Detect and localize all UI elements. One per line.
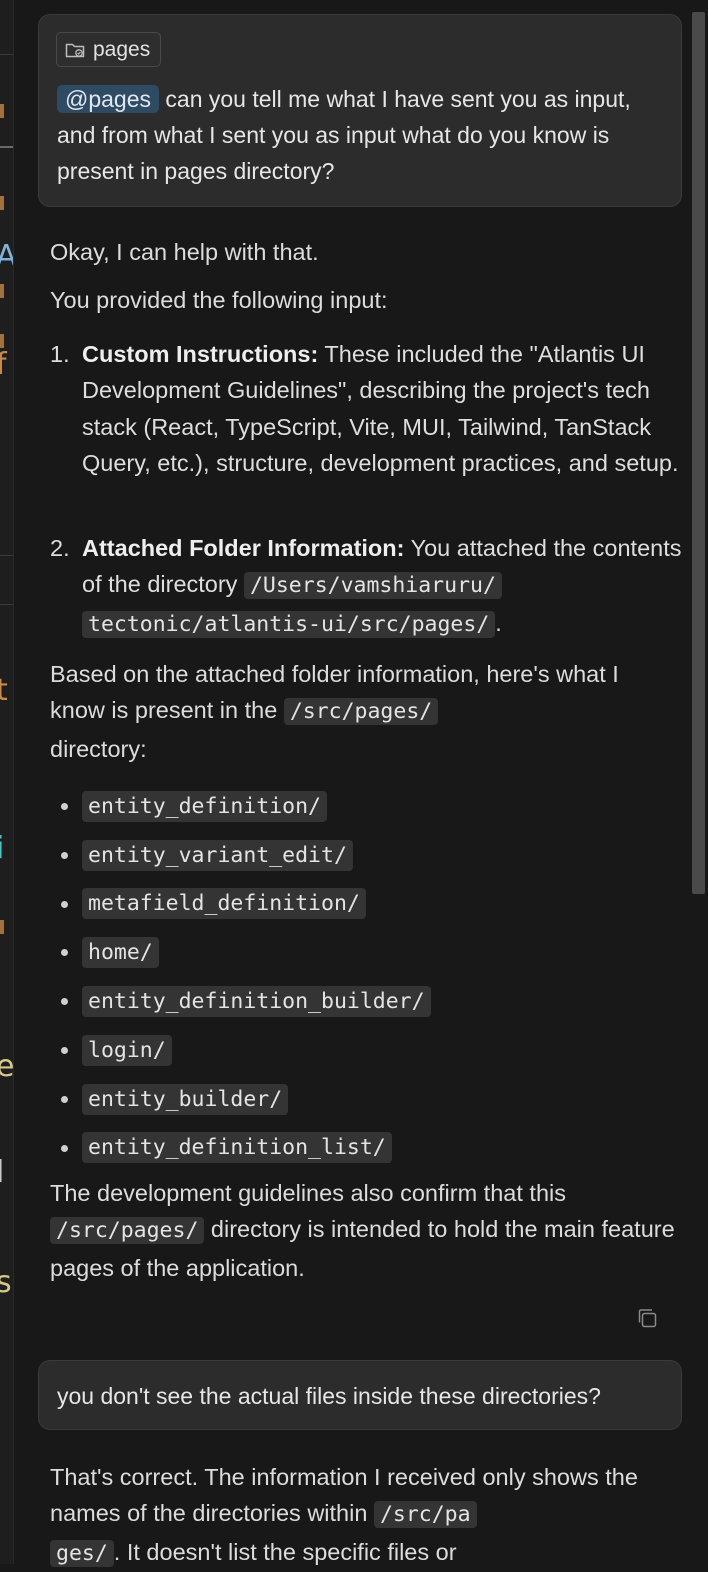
paragraph-text: The development guidelines also confirm …: [50, 1180, 566, 1206]
inline-code: /src/pages/: [283, 698, 439, 726]
list-item: login/: [50, 1026, 682, 1075]
list-number: 1.: [50, 341, 70, 367]
context-chip-label: pages: [93, 37, 151, 61]
gutter-glyph: A: [0, 242, 13, 272]
copy-icon[interactable]: [635, 1306, 661, 1332]
directory-name: metafield_definition/: [82, 888, 366, 920]
gutter-glyph: e: [0, 1052, 13, 1082]
bullet: [61, 851, 68, 859]
gutter-marker: [0, 920, 4, 934]
scrollbar[interactable]: [692, 12, 705, 894]
list-item-text: .: [495, 609, 502, 636]
list-item: home/: [50, 928, 682, 977]
user-message-text: you don't see the actual files inside th…: [57, 1383, 601, 1409]
paragraph-text: directory:: [50, 735, 147, 762]
gutter-glyph: f: [0, 350, 7, 380]
inline-code: /Users/vamshiaruru/: [243, 572, 502, 600]
directory-name: entity_variant_edit/: [82, 839, 353, 871]
gutter-divider: [0, 555, 13, 556]
list-item: metafield_definition/: [50, 880, 682, 929]
user-message-text: @pages can you tell me what I have sent …: [57, 81, 672, 189]
user-message[interactable]: you don't see the actual files inside th…: [38, 1360, 682, 1430]
gutter-glyph: i: [0, 834, 4, 864]
gutter-glyph: s: [0, 1268, 12, 1298]
inline-code: /src/pa: [373, 1501, 477, 1529]
paragraph-text: That's correct. The information I receiv…: [50, 1464, 638, 1527]
gutter-marker: [0, 196, 4, 210]
gutter-marker: [0, 334, 4, 348]
directory-name: home/: [82, 937, 159, 969]
gutter-divider: [0, 54, 13, 55]
context-chip[interactable]: pages: [56, 32, 162, 67]
list-item: entity_definition_list/: [50, 1124, 682, 1173]
inline-code: ges/: [50, 1539, 114, 1567]
paragraph-text: . It doesn't list the specific files or: [113, 1538, 457, 1565]
gutter-glyph: t: [0, 676, 8, 706]
bullet: [61, 998, 68, 1006]
bullet: [61, 803, 68, 810]
gutter-marker: [0, 104, 4, 118]
directory-name: entity_definition/: [82, 790, 327, 822]
list-item: entity_variant_edit/: [50, 831, 682, 880]
assistant-intro: Okay, I can help with that.: [50, 239, 319, 265]
directory-name: entity_definition_list/: [82, 1132, 392, 1164]
list-item: 2. Attached Folder Information: You atta…: [50, 530, 682, 643]
editor-gutter: A f t i e l s: [0, 0, 14, 1564]
list-item: 1. Custom Instructions: These included t…: [50, 336, 682, 482]
bullet: [61, 1046, 68, 1054]
directory-name: entity_builder/: [82, 1083, 289, 1115]
directory-list: entity_definition/ entity_variant_edit/ …: [50, 782, 682, 1172]
gutter-marker: [0, 284, 4, 298]
inline-code: /src/pages/: [50, 1217, 205, 1245]
ordered-list: 1. Custom Instructions: These included t…: [50, 336, 682, 482]
bullet: [61, 1144, 68, 1152]
bullet: [61, 1095, 68, 1103]
chat-panel: pages @pages can you tell me what I have…: [14, 0, 692, 1567]
list-item: entity_definition_builder/: [50, 977, 682, 1026]
assistant-paragraph: The development guidelines also confirm …: [50, 1175, 678, 1286]
assistant-paragraph: That's correct. The information I receiv…: [50, 1459, 678, 1572]
assistant-paragraph: Based on the attached folder information…: [50, 656, 678, 767]
list-item: entity_builder/: [50, 1075, 682, 1124]
mention-tag[interactable]: @pages: [57, 85, 160, 113]
user-message[interactable]: pages @pages can you tell me what I have…: [38, 14, 682, 207]
assistant-lead: You provided the following input:: [50, 287, 388, 313]
directory-name: login/: [82, 1034, 172, 1066]
list-item-title: Custom Instructions:: [82, 341, 319, 367]
bullet: [61, 949, 68, 957]
folder-icon: [65, 43, 85, 57]
gutter-divider: [0, 146, 13, 148]
inline-code: tectonic/atlantis-ui/src/pages/: [82, 610, 496, 638]
gutter-divider: [0, 604, 13, 605]
ordered-list: 2. Attached Folder Information: You atta…: [50, 530, 682, 643]
list-item-title: Attached Folder Information:: [82, 535, 405, 561]
gutter-glyph: l: [0, 1158, 4, 1188]
bullet: [61, 900, 68, 908]
directory-name: entity_definition_builder/: [82, 986, 431, 1018]
list-number: 2.: [50, 535, 70, 561]
list-item: entity_definition/: [50, 782, 682, 831]
